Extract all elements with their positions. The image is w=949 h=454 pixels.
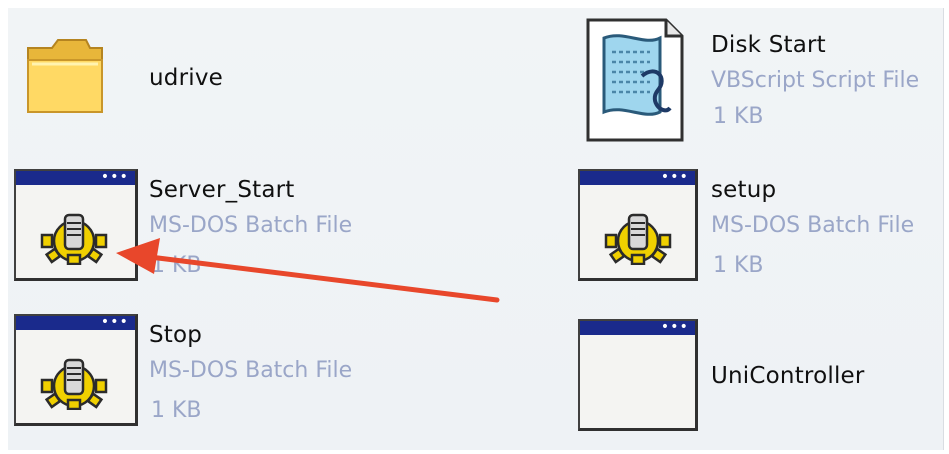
file-type: MS-DOS Batch File [149, 213, 353, 238]
file-item-unicontroller[interactable]: ••• UniController [578, 313, 943, 443]
file-type: MS-DOS Batch File [711, 213, 915, 238]
batch-file-icon: ••• [14, 169, 138, 281]
batch-file-icon: ••• [14, 314, 138, 426]
file-item-setup[interactable]: ••• setup MS-DOS Batch File 1 KB [578, 163, 943, 293]
application-window-icon: ••• [578, 319, 698, 431]
file-name: Stop [149, 322, 203, 348]
window-titlebar: ••• [580, 170, 695, 185]
file-item-udrive[interactable]: udrive [8, 8, 288, 148]
file-name: Server_Start [149, 177, 295, 203]
file-size: 1 KB [151, 398, 202, 423]
file-name: setup [711, 177, 777, 203]
file-size: 1 KB [713, 253, 764, 278]
window-titlebar: ••• [16, 315, 135, 330]
gear-icon [40, 358, 108, 410]
file-name: UniController [711, 363, 865, 389]
folder-icon [27, 39, 103, 113]
file-item-stop[interactable]: ••• Stop MS-DOS Batch File 1 KB [8, 308, 428, 438]
gear-icon [40, 213, 108, 265]
file-size: 1 KB [151, 253, 202, 278]
file-name: Disk Start [711, 32, 826, 58]
window-titlebar: ••• [580, 320, 695, 335]
window-titlebar: ••• [16, 170, 135, 185]
vbscript-file-icon [586, 18, 684, 142]
file-list-pane: udrive ••• Server_Start MS-DOS Batch Fil… [8, 8, 944, 450]
file-item-disk-start[interactable]: Disk Start VBScript Script File 1 KB [578, 8, 943, 158]
file-size: 1 KB [713, 104, 764, 129]
gear-icon [604, 213, 672, 265]
file-item-server-start[interactable]: ••• Server_Start MS-DOS Batch File 1 KB [8, 163, 428, 293]
file-name: udrive [149, 65, 223, 91]
file-type: MS-DOS Batch File [149, 358, 353, 383]
batch-file-icon: ••• [578, 169, 698, 281]
file-type: VBScript Script File [711, 68, 920, 93]
